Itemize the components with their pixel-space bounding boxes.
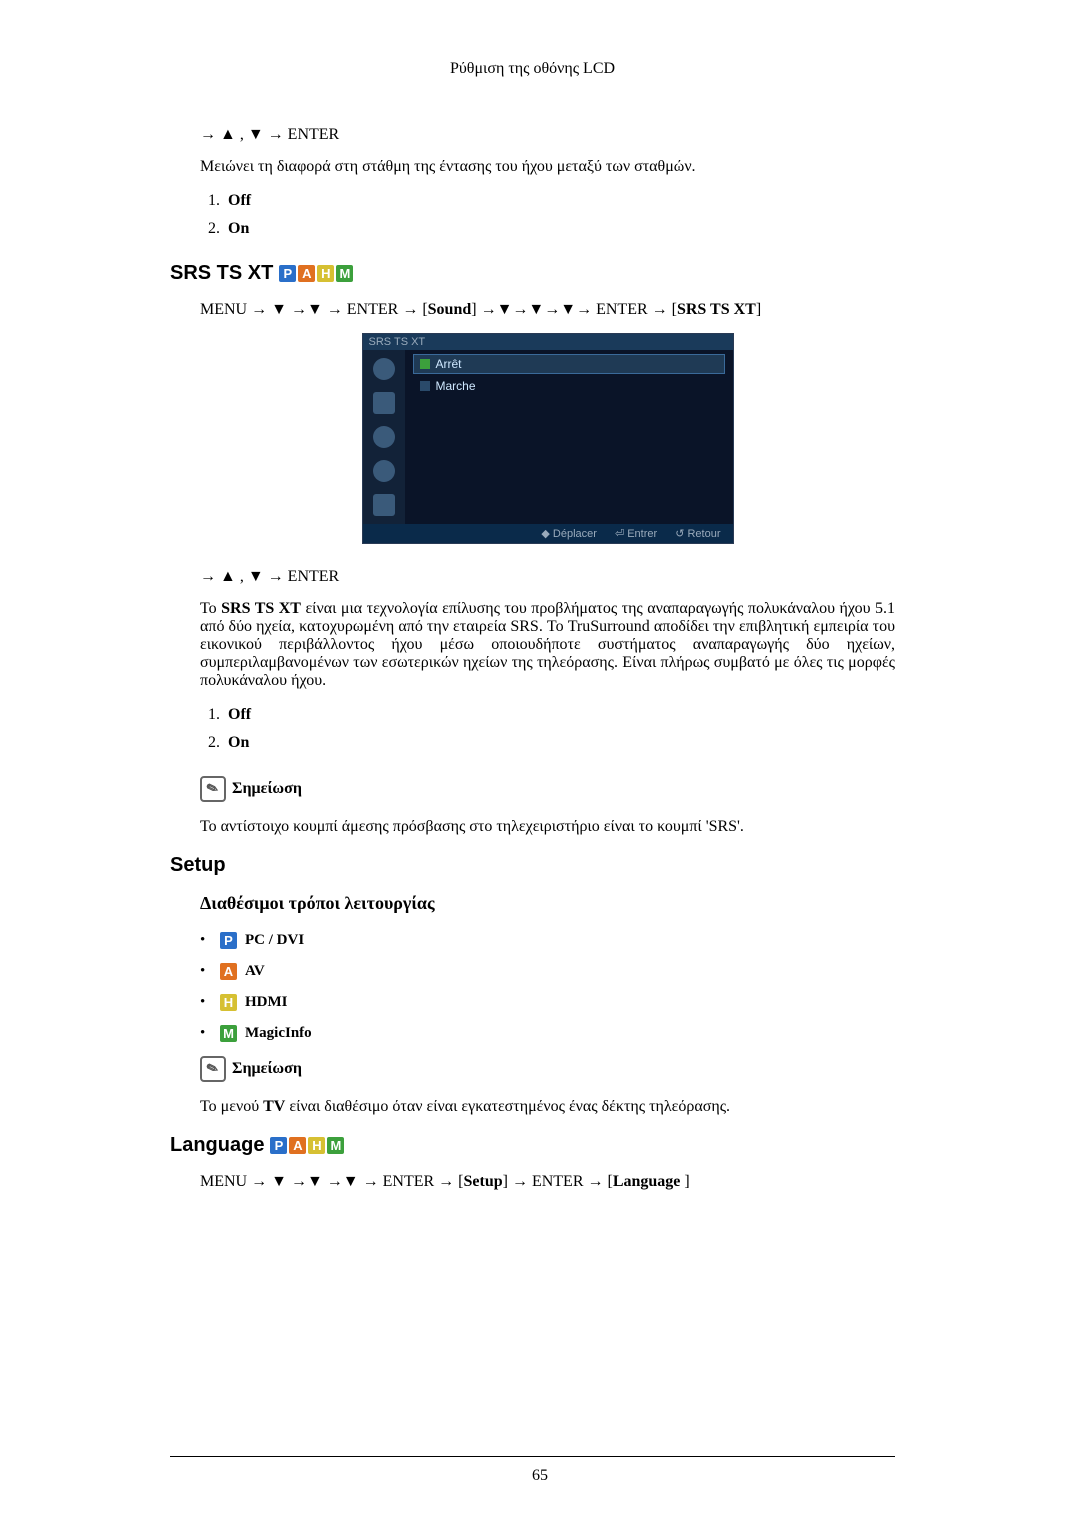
srs-section-heading: SRS TS XT P A H M — [170, 262, 895, 285]
off-on-list-2: Off On — [200, 706, 895, 752]
badge-p-icon: P — [270, 1137, 287, 1154]
lang-path-mid: ] → ENTER → [ — [503, 1173, 613, 1190]
srs-desc-post: είναι μια τεχνολογία επίλυσης του προβλή… — [200, 600, 895, 689]
footer-rule — [170, 1456, 895, 1457]
nav-sequence-2: → ▲ , ▼ → ENTER — [200, 568, 895, 586]
badge-h-icon: H — [317, 265, 334, 282]
osd-opt1-label: Arrêt — [436, 357, 462, 371]
note-heading-1: Σημείωση — [200, 776, 895, 802]
check-icon — [420, 381, 430, 391]
note-heading-2: Σημείωση — [200, 1056, 895, 1082]
note-label-2: Σημείωση — [232, 1060, 302, 1078]
badge-m-icon: M — [220, 1025, 237, 1042]
badge-m-icon: M — [336, 265, 353, 282]
language-mode-badges: P A H M — [270, 1137, 344, 1154]
osd-footer: ◆ Déplacer ⏎ Entrer ↺ Retour — [363, 524, 733, 543]
osd-foot-retour: Retour — [687, 528, 720, 540]
badge-h-icon: H — [308, 1137, 325, 1154]
badge-h-icon: H — [220, 994, 237, 1011]
setup-note-text: Το μενού TV είναι διαθέσιμο όταν είναι ε… — [200, 1098, 895, 1116]
lang-path-setup: Setup — [464, 1173, 503, 1190]
badge-a-icon: A — [220, 963, 237, 980]
osd-option-arret: Arrêt — [413, 354, 725, 374]
lang-path-lang: Language — [613, 1173, 681, 1190]
mode-hdmi-label: HDMI — [245, 994, 288, 1011]
mode-av-label: AV — [245, 963, 265, 980]
srs-title: SRS TS XT — [170, 262, 273, 285]
page-header: Ρύθμιση της οθόνης LCD — [170, 60, 895, 78]
osd-main: Arrêt Marche — [405, 350, 733, 524]
note-label-1: Σημείωση — [232, 780, 302, 798]
off-on-list-1: Off On — [200, 192, 895, 238]
osd-side-icon — [373, 460, 395, 482]
modes-subheading: Διαθέσιμοι τρόποι λειτουργίας — [200, 893, 895, 914]
list1-off: Off — [228, 192, 251, 209]
language-menu-path: MENU → ▼ →▼ →▼ → ENTER → [Setup] → ENTER… — [200, 1173, 895, 1191]
osd-side-icon — [373, 426, 395, 448]
srs-path-srs: SRS TS XT — [677, 301, 756, 318]
srs-path-pre: MENU → ▼ →▼ → ENTER → [ — [200, 301, 428, 318]
badge-p-icon: P — [279, 265, 296, 282]
osd-title: SRS TS XT — [363, 334, 733, 350]
srs-note-text: Το αντίστοιχο κουμπί άμεσης πρόσβασης στ… — [200, 818, 895, 836]
osd-side-icon — [373, 494, 395, 516]
setup-note-pre: Το μενού — [200, 1098, 263, 1115]
osd-foot-entrer: Entrer — [627, 528, 657, 540]
list2-off: Off — [228, 706, 251, 723]
osd-screenshot: SRS TS XT Arrêt Marche — [362, 333, 734, 544]
badge-p-icon: P — [220, 932, 237, 949]
lang-path-pre: MENU → ▼ →▼ →▼ → ENTER → [ — [200, 1173, 464, 1190]
osd-side-icon — [373, 392, 395, 414]
srs-desc-pre: Το — [200, 600, 221, 617]
setup-note-post: είναι διαθέσιμο όταν είναι εγκατεστημένο… — [285, 1098, 730, 1115]
setup-note-bold: TV — [263, 1098, 285, 1115]
mode-pc: • P PC / DVI — [200, 932, 895, 949]
osd-side-icon — [373, 358, 395, 380]
volume-leveling-description: Μειώνει τη διαφορά στη στάθμη της ένταση… — [200, 158, 895, 176]
mode-pc-label: PC / DVI — [245, 932, 304, 949]
language-section-heading: Language P A H M — [170, 1134, 895, 1157]
list2-on: On — [228, 734, 249, 751]
osd-foot-deplacer: Déplacer — [553, 528, 597, 540]
srs-description: Το SRS TS XT είναι μια τεχνολογία επίλυσ… — [200, 600, 895, 690]
srs-path-post: ] — [756, 301, 761, 318]
srs-path-sound: Sound — [428, 301, 472, 318]
lang-path-post: ] — [680, 1173, 689, 1190]
srs-path-mid: ] →▼→▼→▼→ ENTER → [ — [471, 301, 677, 318]
language-title: Language — [170, 1134, 264, 1157]
note-icon — [200, 1056, 226, 1082]
mode-magicinfo: • M MagicInfo — [200, 1025, 895, 1042]
srs-desc-bold: SRS TS XT — [221, 600, 301, 617]
check-icon — [420, 359, 430, 369]
mode-magic-label: MagicInfo — [245, 1025, 312, 1042]
mode-hdmi: • H HDMI — [200, 994, 895, 1011]
badge-a-icon: A — [298, 265, 315, 282]
srs-menu-path: MENU → ▼ →▼ → ENTER → [Sound] →▼→▼→▼→ EN… — [200, 301, 895, 319]
nav-sequence-1: → ▲ , ▼ → ENTER — [200, 126, 895, 144]
badge-a-icon: A — [289, 1137, 306, 1154]
badge-m-icon: M — [327, 1137, 344, 1154]
osd-sidebar — [363, 350, 405, 524]
list1-on: On — [228, 220, 249, 237]
setup-title: Setup — [170, 854, 226, 877]
osd-option-marche: Marche — [413, 376, 725, 396]
mode-av: • A AV — [200, 963, 895, 980]
setup-section-heading: Setup — [170, 854, 895, 877]
note-icon — [200, 776, 226, 802]
page-number: 65 — [0, 1467, 1080, 1485]
modes-list: • P PC / DVI • A AV • H HDMI • M MagicIn… — [200, 932, 895, 1042]
srs-mode-badges: P A H M — [279, 265, 353, 282]
osd-opt2-label: Marche — [436, 379, 476, 393]
